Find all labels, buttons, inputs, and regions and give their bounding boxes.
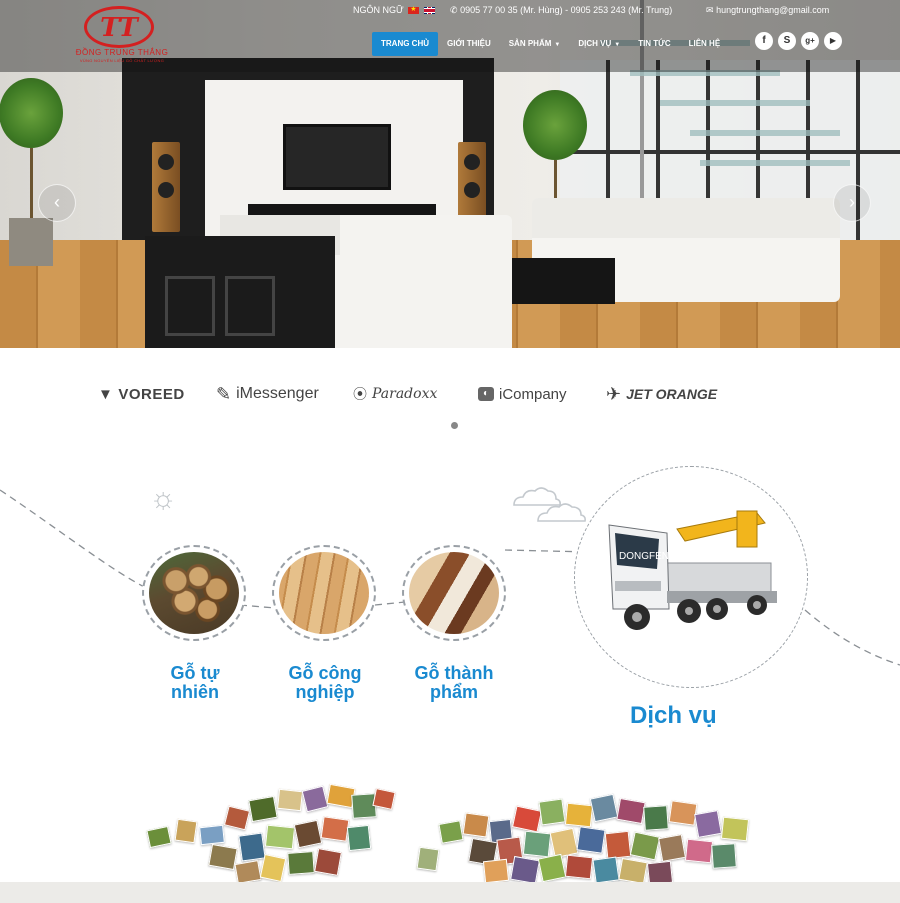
partner-icompany[interactable]: ◐ iCompany [478,380,567,408]
paradoxx-logo-icon: ⦿ [353,387,367,403]
nav-item-contact[interactable]: LIÊN HỆ [680,32,730,56]
site-logo[interactable]: TT ĐỒNG TRUNG THẮNG VÙNG NGUYÊN LIỆU GỖ … [72,4,172,64]
imessenger-logo-icon: ✎ [216,383,232,404]
service-label-transport[interactable]: Dịch vụ [630,704,760,728]
facebook-icon[interactable]: f [755,32,773,50]
caret-down-icon: ▼ [614,42,621,48]
service-label-industrial-wood[interactable]: Gỗ công nghiệp [265,664,385,702]
logo-mark-icon: TT [84,6,154,48]
voreed-logo-icon: ▼ [98,385,114,403]
language-label: NGÔN NGỮ [353,5,404,15]
phone-icon: ✆ [450,5,458,15]
skype-icon[interactable]: S [778,32,796,50]
cloud-icon [513,487,586,522]
logo-text: ĐỒNG TRUNG THẮNG [75,48,169,57]
icompany-logo-icon: ◐ [478,387,494,401]
partner-carousel-dot[interactable] [451,422,458,429]
plant-left [0,78,63,266]
hero-side-table [145,236,335,348]
partner-jet-orange[interactable]: ✈ JET ORANGE [606,380,717,408]
nav-item-home[interactable]: TRANG CHỦ [372,32,438,56]
partner-imessenger[interactable]: ✎ iMessenger [216,380,319,408]
partner-logos: ▼ VOREED ✎ iMessenger ⦿ Paradoxx ◐ iComp… [0,380,900,410]
hero-tv [283,124,391,190]
service-circle-transport[interactable]: DONGFENG [574,466,808,688]
nav-item-news[interactable]: TIN TỨC [629,32,679,56]
nav-item-services[interactable]: DỊCH VỤ ▼ [569,32,629,56]
finished-wood-image [409,552,499,634]
industrial-wood-image [279,552,369,634]
nav-item-about[interactable]: GIỚI THIỆU [438,32,500,56]
service-label-finished-wood[interactable]: Gỗ thành phẩm [396,664,512,702]
youtube-icon[interactable]: ▶ [824,32,842,50]
service-circle-natural-wood[interactable] [142,545,246,641]
slider-prev-button[interactable]: ‹ [38,184,76,222]
sun-icon: ☼ [149,482,177,515]
nav-item-products[interactable]: SẢN PHẨM ▼ [500,32,570,56]
natural-wood-image [149,552,239,634]
english-flag-icon[interactable] [423,7,435,15]
main-nav: TRANG CHỦ GIỚI THIỆU SẢN PHẨM ▼ DỊCH VỤ ▼ … [372,32,729,56]
phone-text: 0905 77 00 35 (Mr. Hùng) - 0905 253 243 … [460,5,673,15]
svg-text:DONGFENG: DONGFENG [619,551,677,562]
language-switcher: NGÔN NGỮ [353,4,435,16]
contact-phone: ✆ 0905 77 00 35 (Mr. Hùng) - 0905 253 24… [450,4,672,16]
service-circle-finished-wood[interactable] [402,545,506,641]
vietnamese-flag-icon[interactable] [408,4,420,16]
footer-band [0,882,900,903]
service-label-natural-wood[interactable]: Gỗ tự nhiên [140,664,250,702]
email-text: hungtrungthang@gmail.com [716,5,830,15]
partner-voreed[interactable]: ▼ VOREED [98,380,185,408]
slider-next-button[interactable]: › [833,184,871,222]
plant-right [523,90,587,200]
crane-truck-image: DONGFENG [608,510,777,630]
contact-email[interactable]: ✉ hungtrungthang@gmail.com [706,4,829,16]
service-circle-industrial-wood[interactable] [272,545,376,641]
google-plus-icon[interactable]: g+ [801,32,819,50]
caret-down-icon: ▼ [554,42,561,48]
logo-subtitle: VÙNG NGUYÊN LIỆU GỖ CHẤT LƯỢNG [79,58,165,63]
partner-paradoxx[interactable]: ⦿ Paradoxx [353,380,437,408]
envelope-icon: ✉ [706,5,714,15]
jet-orange-logo-icon: ✈ [606,383,622,404]
